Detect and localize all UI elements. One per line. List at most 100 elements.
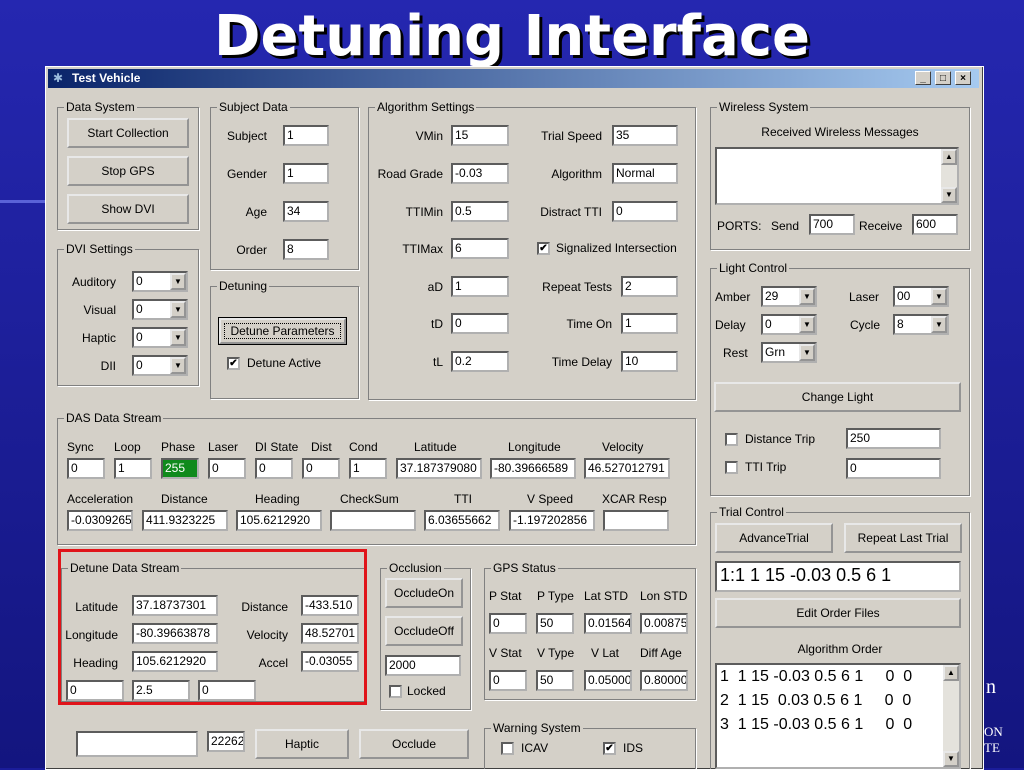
occlusion-time-input[interactable]: 2000 xyxy=(385,655,461,676)
locked-checkbox[interactable] xyxy=(389,685,402,698)
send-port-input[interactable]: 700 xyxy=(809,214,855,235)
dropdown-arrow-icon[interactable]: ▼ xyxy=(799,316,815,333)
messages-scrollbar[interactable]: ▲ ▼ xyxy=(941,149,957,203)
dii-select[interactable]: 0 ▼ xyxy=(132,355,188,376)
dropdown-arrow-icon[interactable]: ▼ xyxy=(799,288,815,305)
edit-order-files-button[interactable]: Edit Order Files xyxy=(715,598,961,628)
change-light-button[interactable]: Change Light xyxy=(714,382,961,412)
wireless-messages-list[interactable]: ▲ ▼ xyxy=(715,147,959,205)
gps-ptype-value[interactable]: 50 xyxy=(536,613,574,634)
cycle-select[interactable]: 8 ▼ xyxy=(893,314,949,335)
minimize-button[interactable]: _ xyxy=(915,71,931,85)
gps-lon-std-value[interactable]: 0.00875 xyxy=(640,613,688,634)
dropdown-arrow-icon[interactable]: ▼ xyxy=(170,357,186,374)
stop-gps-button[interactable]: Stop GPS xyxy=(67,156,189,186)
subject-input[interactable]: 1 xyxy=(283,125,329,146)
tti-trip-checkbox[interactable] xyxy=(725,461,738,474)
das-cond-value[interactable]: 1 xyxy=(349,458,387,479)
algorithm-input[interactable]: Normal xyxy=(612,163,678,184)
vmin-input[interactable]: 15 xyxy=(451,125,509,146)
scroll-up-icon[interactable]: ▲ xyxy=(941,149,957,165)
das-acceleration-value[interactable]: -0.0309265 xyxy=(67,510,133,531)
time-delay-input[interactable]: 10 xyxy=(621,351,678,372)
repeat-tests-input[interactable]: 2 xyxy=(621,276,678,297)
order-list-row[interactable]: 2 1 15 0.03 0.5 6 1 0 0 xyxy=(717,691,911,711)
icav-checkbox[interactable] xyxy=(501,742,514,755)
scroll-up-icon[interactable]: ▲ xyxy=(943,665,959,681)
dropdown-arrow-icon[interactable]: ▼ xyxy=(170,301,186,318)
auditory-select[interactable]: 0 ▼ xyxy=(132,271,188,292)
dropdown-arrow-icon[interactable]: ▼ xyxy=(170,273,186,290)
tl-input[interactable]: 0.2 xyxy=(451,351,509,372)
advance-trial-button[interactable]: AdvanceTrial xyxy=(715,523,833,553)
haptic-button[interactable]: Haptic xyxy=(255,729,349,759)
das-tti-value[interactable]: 6.03655662 xyxy=(424,510,500,531)
das-laser-value[interactable]: 0 xyxy=(208,458,246,479)
distance-trip-checkbox[interactable] xyxy=(725,433,738,446)
das-heading-value[interactable]: 105.6212920 xyxy=(236,510,322,531)
distract-tti-input[interactable]: 0 xyxy=(612,201,678,222)
occlude-off-button[interactable]: OccludeOff xyxy=(385,616,463,646)
das-longitude-value[interactable]: -80.39666589 xyxy=(490,458,576,479)
gps-vlat-value[interactable]: 0.05000 xyxy=(584,670,632,691)
das-distance-value[interactable]: 411.9323225 xyxy=(142,510,228,531)
ad-input[interactable]: 1 xyxy=(451,276,509,297)
order-list-row[interactable]: 3 1 15 -0.03 0.5 6 1 0 0 xyxy=(717,715,912,735)
gps-vtype-value[interactable]: 50 xyxy=(536,670,574,691)
repeat-last-trial-button[interactable]: Repeat Last Trial xyxy=(844,523,962,553)
gender-input[interactable]: 1 xyxy=(283,163,329,184)
td-input[interactable]: 0 xyxy=(451,313,509,334)
trial-speed-input[interactable]: 35 xyxy=(612,125,678,146)
maximize-button[interactable]: □ xyxy=(935,71,951,85)
gps-lat-std-value[interactable]: 0.01564 xyxy=(584,613,632,634)
bottom-input-2[interactable]: 22262 xyxy=(207,731,245,752)
dropdown-arrow-icon[interactable]: ▼ xyxy=(170,329,186,346)
das-vspeed-value[interactable]: -1.197202856 xyxy=(509,510,595,531)
bottom-input-1[interactable] xyxy=(76,731,198,757)
laser-select[interactable]: 00 ▼ xyxy=(893,286,949,307)
ttimax-input[interactable]: 6 xyxy=(451,238,509,259)
das-phase-value[interactable]: 255 xyxy=(161,458,199,479)
rest-select[interactable]: Grn ▼ xyxy=(761,342,817,363)
dropdown-arrow-icon[interactable]: ▼ xyxy=(931,316,947,333)
gps-vstat-value[interactable]: 0 xyxy=(489,670,527,691)
order-input[interactable]: 8 xyxy=(283,239,329,260)
ids-checkbox[interactable]: ✔ xyxy=(603,742,616,755)
order-scrollbar[interactable]: ▲ ▼ xyxy=(943,665,959,767)
das-xcar-resp-value[interactable] xyxy=(603,510,669,531)
das-dist-value[interactable]: 0 xyxy=(302,458,340,479)
das-di-state-value[interactable]: 0 xyxy=(255,458,293,479)
order-list-row[interactable]: 1 1 15 -0.03 0.5 6 1 0 0 xyxy=(717,667,912,687)
detune-active-checkbox[interactable]: ✔ xyxy=(227,357,240,370)
occlude-on-button[interactable]: OccludeOn xyxy=(385,578,463,608)
scroll-down-icon[interactable]: ▼ xyxy=(943,751,959,767)
gps-pstat-value[interactable]: 0 xyxy=(489,613,527,634)
das-sync-value[interactable]: 0 xyxy=(67,458,105,479)
algorithm-order-list[interactable]: 1 1 15 -0.03 0.5 6 1 0 0 2 1 15 0.03 0.5… xyxy=(715,663,961,769)
amber-select[interactable]: 29 ▼ xyxy=(761,286,817,307)
scroll-down-icon[interactable]: ▼ xyxy=(941,187,957,203)
show-dvi-button[interactable]: Show DVI xyxy=(67,194,189,224)
occlude-button[interactable]: Occlude xyxy=(359,729,469,759)
das-latitude-value[interactable]: 37.187379080 xyxy=(396,458,482,479)
das-checksum-value[interactable] xyxy=(330,510,416,531)
start-collection-button[interactable]: Start Collection xyxy=(67,118,189,148)
age-input[interactable]: 34 xyxy=(283,201,329,222)
close-button[interactable]: × xyxy=(955,71,971,85)
ttimin-input[interactable]: 0.5 xyxy=(451,201,509,222)
title-bar[interactable]: ✱ Test Vehicle _ □ × xyxy=(48,69,979,88)
dropdown-arrow-icon[interactable]: ▼ xyxy=(931,288,947,305)
distance-trip-input[interactable]: 250 xyxy=(846,428,941,449)
receive-port-input[interactable]: 600 xyxy=(912,214,958,235)
time-on-input[interactable]: 1 xyxy=(621,313,678,334)
signalized-intersection-checkbox[interactable]: ✔ xyxy=(537,242,550,255)
das-loop-value[interactable]: 1 xyxy=(114,458,152,479)
detune-parameters-button[interactable]: Detune Parameters xyxy=(218,317,347,345)
dropdown-arrow-icon[interactable]: ▼ xyxy=(799,344,815,361)
road-grade-input[interactable]: -0.03 xyxy=(451,163,509,184)
haptic-select[interactable]: 0 ▼ xyxy=(132,327,188,348)
das-velocity-value[interactable]: 46.527012791 xyxy=(584,458,670,479)
delay-select[interactable]: 0 ▼ xyxy=(761,314,817,335)
visual-select[interactable]: 0 ▼ xyxy=(132,299,188,320)
gps-diff-age-value[interactable]: 0.80000 xyxy=(640,670,688,691)
